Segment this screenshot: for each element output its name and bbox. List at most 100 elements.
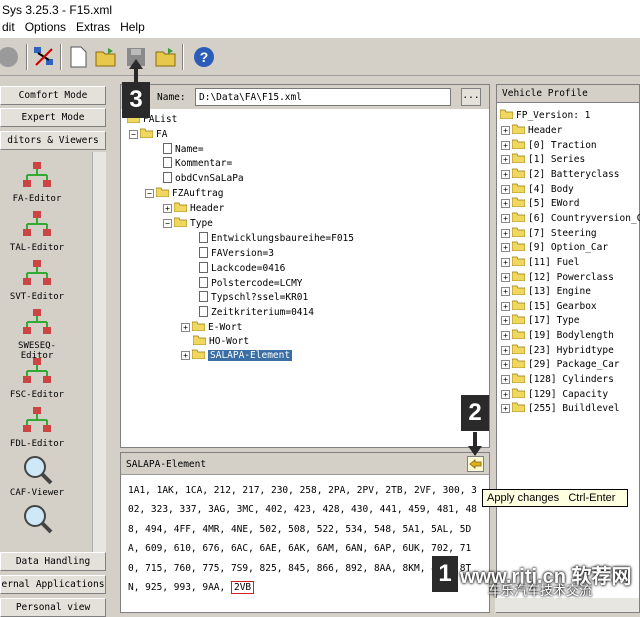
apply-arrow-icon bbox=[469, 459, 482, 469]
vp-item[interactable]: + [19] Bodylength bbox=[501, 329, 614, 341]
expand-icon[interactable]: + bbox=[501, 287, 510, 297]
expand-icon[interactable]: + bbox=[163, 204, 172, 213]
tree-node-type-item[interactable]: Typschl?ssel=KR01 bbox=[199, 291, 308, 303]
document-icon bbox=[163, 157, 172, 168]
expand-icon[interactable]: + bbox=[501, 272, 510, 282]
tal-editor-tool[interactable]: TAL-Editor bbox=[4, 209, 70, 253]
open-folder-icon[interactable] bbox=[94, 45, 118, 69]
vp-item[interactable]: + [4] Body bbox=[501, 183, 574, 195]
expand-icon[interactable]: + bbox=[501, 345, 510, 355]
menu-options[interactable]: Options bbox=[25, 20, 66, 38]
right-hscrollbar[interactable] bbox=[495, 598, 639, 612]
editors-viewers-button[interactable]: ditors & Viewers bbox=[0, 131, 106, 150]
expand-icon[interactable]: + bbox=[501, 213, 510, 223]
collapse-icon[interactable]: − bbox=[163, 219, 172, 228]
tree-node-header[interactable]: + Header bbox=[163, 202, 224, 214]
expand-icon[interactable]: + bbox=[181, 351, 190, 360]
tree-node-type[interactable]: − Type bbox=[163, 217, 213, 229]
vp-item[interactable]: + [1] Series bbox=[501, 153, 585, 165]
expand-icon[interactable]: + bbox=[501, 257, 510, 267]
vp-item[interactable]: + [0] Traction bbox=[501, 139, 597, 151]
tree-node-kommentar[interactable]: Kommentar= bbox=[163, 157, 232, 169]
expand-icon[interactable]: + bbox=[501, 169, 510, 179]
expand-icon[interactable]: + bbox=[501, 375, 510, 385]
name-field[interactable]: D:\Data\FA\F15.xml bbox=[195, 88, 451, 106]
document-icon bbox=[199, 232, 208, 243]
toolbar-separator bbox=[182, 44, 184, 70]
tree-node-type-item[interactable]: Polstercode=LCMY bbox=[199, 277, 303, 289]
expand-icon[interactable]: + bbox=[501, 360, 510, 370]
expand-icon[interactable]: + bbox=[501, 331, 510, 341]
tree-node-type-item[interactable]: FAVersion=3 bbox=[199, 247, 274, 259]
new-file-icon[interactable] bbox=[66, 45, 90, 69]
comfort-mode-button[interactable]: Comfort Mode bbox=[0, 86, 106, 105]
vp-item[interactable]: + [15] Gearbox bbox=[501, 300, 597, 312]
tree-node-fa[interactable]: − FA bbox=[129, 128, 167, 140]
apply-changes-button[interactable] bbox=[467, 456, 484, 472]
tree-node-salapa[interactable]: + SALAPA-Element bbox=[181, 349, 293, 361]
vp-item[interactable]: + [128] Cylinders bbox=[501, 373, 614, 385]
vp-item[interactable]: + [17] Type bbox=[501, 314, 579, 326]
vp-root[interactable]: FP_Version: 1 bbox=[499, 109, 590, 121]
external-applications-button[interactable]: ernal Applications bbox=[0, 575, 106, 594]
expert-mode-button[interactable]: Expert Mode bbox=[0, 108, 106, 127]
folder-icon bbox=[511, 139, 526, 150]
left-scrollbar[interactable] bbox=[92, 152, 106, 552]
open-folder-alt-icon[interactable] bbox=[154, 45, 178, 69]
vp-item[interactable]: + [29] Package_Car bbox=[501, 358, 620, 370]
expand-icon[interactable]: + bbox=[501, 140, 510, 150]
vp-item[interactable]: + [12] Powerclass bbox=[501, 271, 614, 283]
vp-item[interactable]: + [5] EWord bbox=[501, 197, 579, 209]
caf-viewer-tool[interactable]: CAF-Viewer bbox=[4, 454, 70, 498]
data-handling-button[interactable]: Data Handling bbox=[0, 552, 106, 571]
tree-node-type-item[interactable]: Lackcode=0416 bbox=[199, 262, 285, 274]
tree-node-howort[interactable]: HO-Wort bbox=[192, 335, 249, 347]
collapse-icon[interactable]: − bbox=[145, 189, 154, 198]
menu-help[interactable]: Help bbox=[120, 20, 145, 38]
svt-editor-tool[interactable]: SVT-Editor bbox=[4, 258, 70, 302]
fdl-editor-tool[interactable]: FDL-Editor bbox=[4, 405, 70, 449]
fsc-editor-tool[interactable]: FSC-Editor bbox=[4, 356, 70, 400]
tree-node-name[interactable]: Name= bbox=[163, 143, 204, 155]
fa-editor-tool[interactable]: FA-Editor bbox=[4, 160, 70, 204]
browse-button[interactable]: ... bbox=[461, 88, 481, 106]
expand-icon[interactable]: + bbox=[501, 404, 510, 414]
network-icon[interactable] bbox=[32, 45, 56, 69]
menu-extras[interactable]: Extras bbox=[76, 20, 110, 38]
expand-icon[interactable]: + bbox=[501, 199, 510, 209]
vp-item[interactable]: + [255] Buildlevel bbox=[501, 402, 620, 414]
tree-node-type-item[interactable]: Entwicklungsbaureihe=F015 bbox=[199, 232, 354, 244]
tree-node-type-item[interactable]: Zeitkriterium=0414 bbox=[199, 306, 314, 318]
vp-item[interactable]: + [9] Option_Car bbox=[501, 241, 608, 253]
toolbar: ? bbox=[0, 38, 640, 76]
menu-edit[interactable]: dit bbox=[2, 20, 15, 38]
vp-item[interactable]: + [7] Steering bbox=[501, 227, 597, 239]
vp-item[interactable]: + [129] Capacity bbox=[501, 388, 608, 400]
vp-item[interactable]: + Header bbox=[501, 124, 562, 136]
tree-node-obd[interactable]: obdCvnSaLaPa bbox=[163, 172, 244, 184]
expand-icon[interactable]: + bbox=[501, 155, 510, 165]
sweseq-editor-tool[interactable]: SWESEQ-Editor bbox=[4, 307, 70, 361]
tree-node-ewort[interactable]: + E-Wort bbox=[181, 321, 242, 333]
expand-icon[interactable]: + bbox=[501, 126, 510, 135]
vp-item[interactable]: + [23] Hybridtype bbox=[501, 344, 614, 356]
personal-view-button[interactable]: Personal view bbox=[0, 598, 106, 617]
folder-icon bbox=[511, 212, 526, 223]
stop-icon[interactable] bbox=[0, 45, 24, 69]
expand-icon[interactable]: + bbox=[501, 301, 510, 311]
tree-node-fzauftrag[interactable]: − FZAuftrag bbox=[145, 187, 223, 199]
vp-item[interactable]: + [13] Engine bbox=[501, 285, 591, 297]
expand-icon[interactable]: + bbox=[501, 243, 510, 253]
expand-icon[interactable]: + bbox=[181, 323, 190, 332]
expand-icon[interactable]: + bbox=[501, 389, 510, 399]
vp-item[interactable]: + [11] Fuel bbox=[501, 256, 579, 268]
vp-item[interactable]: + [2] Batteryclass bbox=[501, 168, 620, 180]
folder-icon bbox=[155, 187, 170, 198]
collapse-icon[interactable]: − bbox=[129, 130, 138, 139]
vp-item[interactable]: + [6] Countryversion_C bbox=[501, 212, 640, 224]
help-icon[interactable]: ? bbox=[192, 45, 216, 69]
expand-icon[interactable]: + bbox=[501, 184, 510, 194]
viewer-tool[interactable] bbox=[4, 503, 70, 537]
expand-icon[interactable]: + bbox=[501, 228, 510, 238]
expand-icon[interactable]: + bbox=[501, 316, 510, 326]
